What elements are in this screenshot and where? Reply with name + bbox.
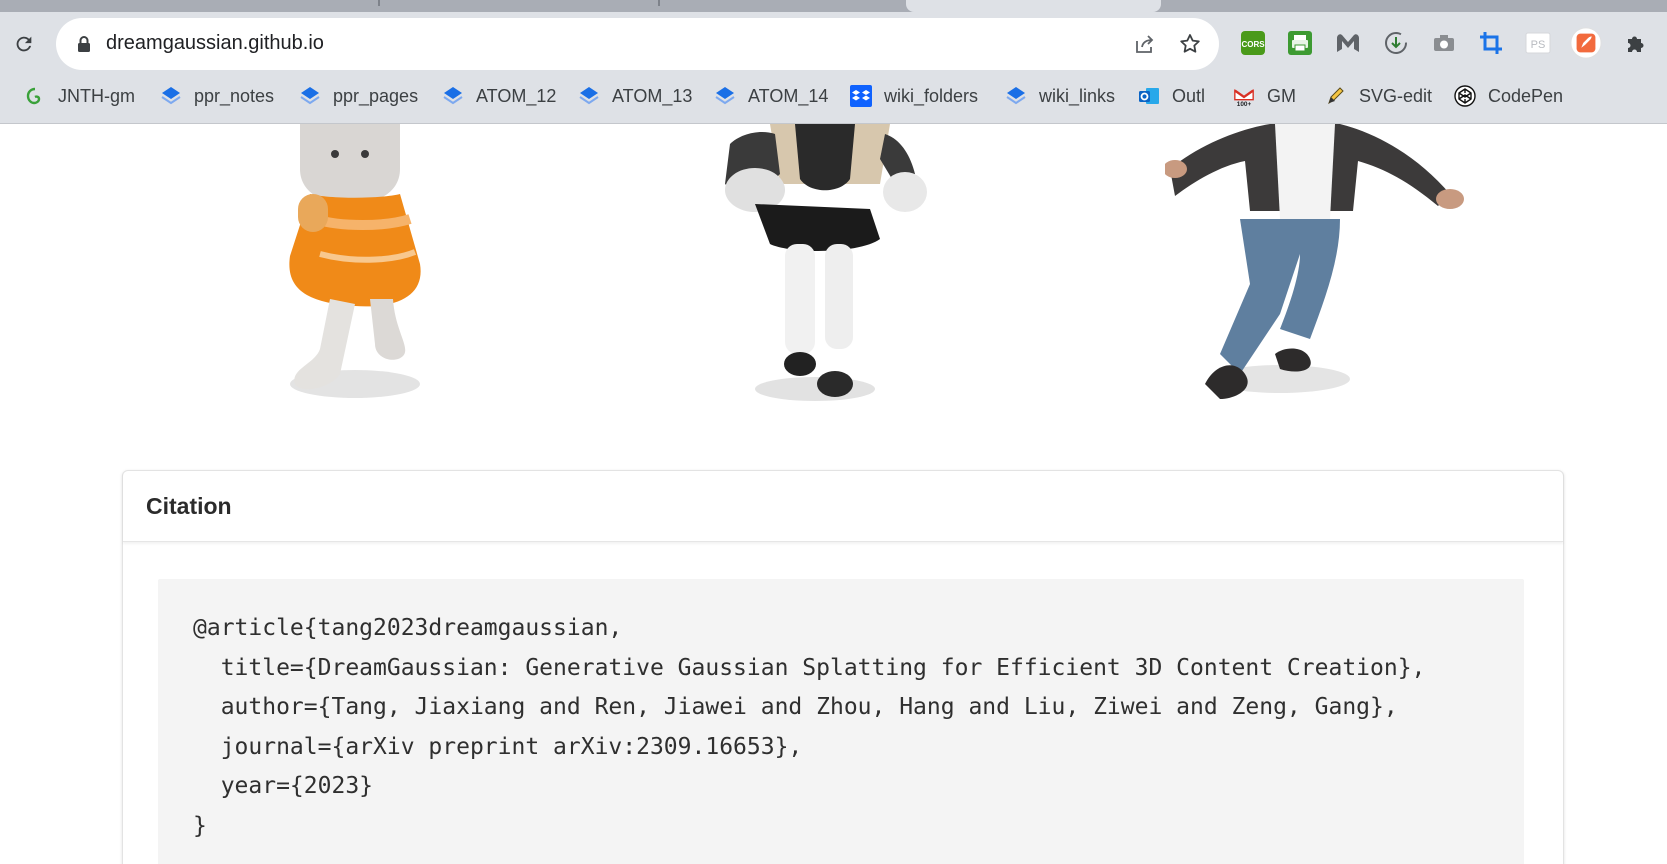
print-extension-button[interactable] — [1284, 27, 1316, 59]
bookmark-wiki-folders[interactable]: wiki_folders — [850, 76, 978, 116]
photoshop-icon: PS — [1525, 32, 1551, 54]
bibtex-text[interactable]: @article{tang2023dreamgaussian, title={D… — [193, 609, 1425, 846]
bookmark-svg-edit[interactable]: SVG-edit — [1325, 76, 1432, 116]
girl-character-render — [725, 124, 927, 401]
bookmark-star-button[interactable] — [1176, 30, 1204, 58]
dropbox-icon — [850, 85, 872, 107]
browser-chrome: dreamgaussian.github.io CORS PS JNTH-gm … — [0, 0, 1667, 124]
camera-icon — [1434, 35, 1454, 51]
extensions-button[interactable] — [1620, 27, 1652, 59]
reload-icon — [16, 36, 32, 52]
bookmark-label: GM — [1267, 85, 1296, 106]
atom-layers-icon — [1005, 85, 1027, 107]
download-extension-button[interactable] — [1380, 27, 1412, 59]
bookmarks-bar: JNTH-gm ppr_notes ppr_pages ATOM_12 ATOM… — [0, 76, 1667, 116]
bookmark-label: CodePen — [1488, 85, 1564, 106]
puzzle-icon — [1628, 36, 1644, 52]
bookmark-atom-12[interactable]: ATOM_12 — [442, 76, 556, 116]
bookmark-jnth-gm[interactable]: JNTH-gm — [24, 76, 135, 116]
gmail-icon: 100+ — [1233, 85, 1255, 108]
outlook-icon — [1138, 85, 1160, 107]
cors-extension-icon: CORS — [1241, 31, 1265, 55]
crop-icon — [1480, 32, 1502, 54]
photoshop-extension-button[interactable]: PS — [1522, 27, 1554, 59]
screenshot-extension-button[interactable] — [1428, 27, 1460, 59]
citation-card: Citation @article{tang2023dreamgaussian,… — [122, 470, 1564, 864]
atom-layers-icon — [299, 85, 321, 107]
bookmark-label: ATOM_13 — [612, 85, 693, 106]
bookmark-atom-14[interactable]: ATOM_14 — [714, 76, 828, 116]
tab-separator — [658, 0, 660, 6]
atom-layers-icon — [160, 85, 182, 107]
share-button[interactable] — [1131, 30, 1159, 58]
malwarebytes-extension-icon — [1337, 34, 1359, 52]
star-icon — [1180, 34, 1200, 53]
bookmark-label: ATOM_14 — [748, 85, 829, 106]
codepen-icon — [1454, 85, 1476, 107]
bookmark-ppr-notes[interactable]: ppr_notes — [160, 76, 274, 116]
crop-extension-button[interactable] — [1475, 27, 1507, 59]
bookmark-label: ATOM_12 — [476, 85, 557, 106]
tab-strip — [0, 0, 1667, 12]
cors-extension-button[interactable]: CORS — [1237, 27, 1269, 59]
url-text[interactable]: dreamgaussian.github.io — [106, 32, 324, 55]
bookmark-label: JNTH-gm — [58, 85, 135, 106]
citation-card-header: Citation — [123, 471, 1563, 542]
bookmark-atom-13[interactable]: ATOM_13 — [578, 76, 692, 116]
active-tab[interactable] — [906, 0, 1161, 12]
bookmark-codepen[interactable]: CodePen — [1454, 76, 1563, 116]
bookmark-wiki-links[interactable]: wiki_links — [1005, 76, 1115, 116]
bookmark-label: ppr_pages — [333, 85, 419, 106]
rocket-extension-button[interactable] — [1570, 27, 1602, 59]
bookmark-gm[interactable]: 100+ GM — [1233, 76, 1296, 116]
bookmark-outl[interactable]: Outl — [1138, 76, 1205, 116]
tab-separator — [378, 0, 380, 6]
address-bar[interactable]: dreamgaussian.github.io — [56, 18, 1219, 70]
bookmark-ppr-pages[interactable]: ppr_pages — [299, 76, 418, 116]
citation-title: Citation — [146, 493, 232, 519]
svg-text:100+: 100+ — [1237, 101, 1252, 108]
bookmark-label: wiki_folders — [884, 85, 979, 106]
knitted-bunny-render — [289, 124, 421, 398]
reload-button[interactable] — [10, 30, 38, 58]
atom-layers-icon — [442, 85, 464, 107]
bookmark-label: wiki_links — [1039, 85, 1116, 106]
bibtex-code-block[interactable]: @article{tang2023dreamgaussian, title={D… — [158, 579, 1524, 864]
svg-text:PS: PS — [1531, 39, 1546, 51]
atom-layers-icon — [578, 85, 600, 107]
atom-layers-icon — [714, 85, 736, 107]
download-icon — [1385, 32, 1407, 54]
greasemonkey-icon — [24, 85, 46, 107]
print-extension-icon — [1288, 31, 1312, 55]
malwarebytes-extension-button[interactable] — [1332, 27, 1364, 59]
pencil-icon — [1325, 85, 1347, 107]
bookmark-label: SVG-edit — [1359, 85, 1433, 106]
man-in-jeans-render — [1165, 124, 1464, 399]
svg-text:CORS: CORS — [1241, 40, 1265, 49]
bookmark-label: Outl — [1172, 85, 1206, 106]
rocket-icon — [1570, 27, 1602, 59]
lock-icon — [78, 36, 90, 52]
page-content: Citation @article{tang2023dreamgaussian,… — [0, 124, 1667, 864]
bookmark-label: ppr_notes — [194, 85, 275, 106]
share-icon — [1136, 35, 1154, 53]
